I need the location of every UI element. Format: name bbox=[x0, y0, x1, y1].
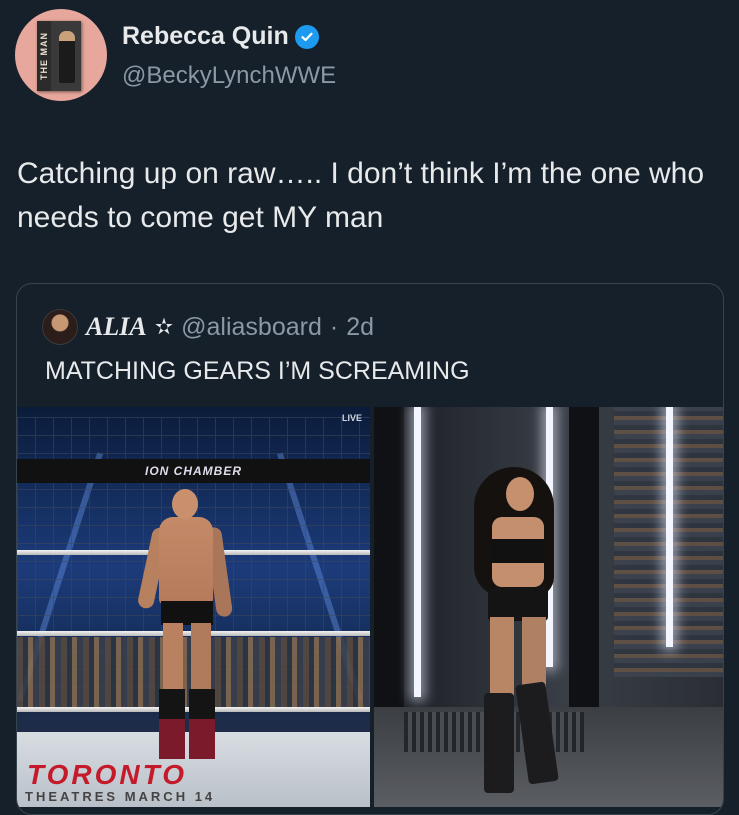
quoted-author-name[interactable]: ALIA bbox=[86, 312, 147, 342]
separator-dot: · bbox=[329, 312, 339, 341]
cover-figure bbox=[59, 31, 75, 83]
female-wrestler-figure bbox=[464, 467, 574, 797]
book-spine-text: THE MAN bbox=[39, 32, 49, 80]
author-name-text: Rebecca Quin bbox=[122, 22, 289, 50]
wrestler-entrance-photo[interactable] bbox=[374, 407, 723, 807]
tweet-text: Catching up on raw….. I don’t think I’m … bbox=[17, 157, 705, 234]
male-wrestler-figure bbox=[136, 489, 245, 759]
light-strip bbox=[666, 407, 673, 647]
quoted-tweet-card[interactable]: ALIA ✫ @aliasboard · 2d MATCHING GEARS I… bbox=[16, 283, 724, 815]
banner-text: ION CHAMBER bbox=[145, 464, 242, 478]
quoted-author-avatar[interactable] bbox=[42, 309, 78, 345]
author-avatar[interactable]: THE MAN bbox=[15, 9, 107, 101]
verified-badge-icon bbox=[294, 24, 319, 49]
network-live-logo: LIVE bbox=[341, 413, 362, 423]
apron-subtext: THEATRES MARCH 14 bbox=[25, 789, 216, 804]
quoted-tweet-time[interactable]: 2d bbox=[346, 313, 374, 342]
quoted-tweet-header: ALIA ✫ @aliasboard · 2d bbox=[42, 309, 374, 345]
author-handle[interactable]: @BeckyLynchWWE bbox=[122, 62, 336, 90]
cage-door-frame bbox=[374, 407, 404, 707]
light-strip bbox=[414, 407, 421, 697]
wrestler-in-ring-photo[interactable]: LIVE ION CHAMBER TORONTO THEATRES MARCH … bbox=[17, 407, 370, 807]
star-outline-icon: ✫ bbox=[154, 314, 174, 339]
arena-banner: ION CHAMBER bbox=[17, 459, 370, 483]
book-cover-image: THE MAN bbox=[37, 21, 81, 91]
author-name[interactable]: Rebecca Quin bbox=[122, 22, 319, 51]
apron-text: TORONTO bbox=[27, 759, 187, 790]
quoted-author-handle[interactable]: @aliasboard bbox=[181, 313, 322, 342]
quoted-tweet-text: MATCHING GEARS I’M SCREAMING bbox=[45, 357, 470, 385]
